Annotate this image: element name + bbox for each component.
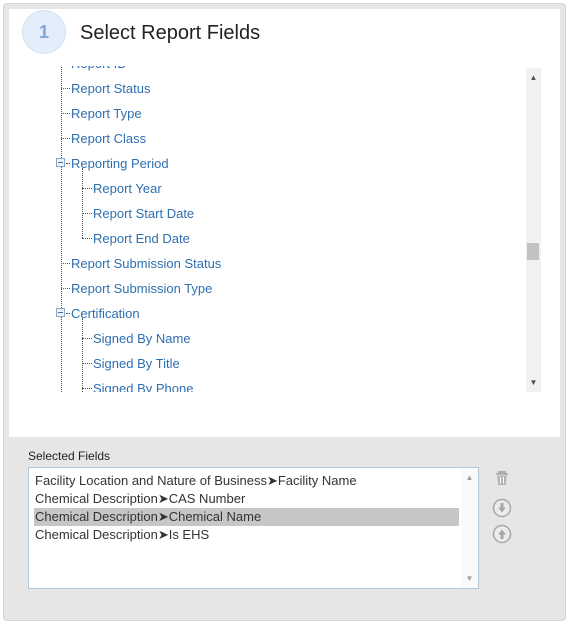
tree-node-report-id[interactable]: Report ID — [71, 66, 127, 76]
scrollbar-thumb[interactable] — [527, 243, 539, 260]
arrow-up-circle-icon — [492, 524, 512, 544]
tree-connector — [82, 388, 92, 389]
tree-node-report-class[interactable]: Report Class — [71, 126, 146, 151]
collapse-toggle-icon[interactable] — [56, 308, 65, 317]
tree-guide-line — [61, 66, 62, 392]
tree-node-signed-by-title[interactable]: Signed By Title — [93, 351, 180, 376]
scroll-down-arrow-icon[interactable]: ▼ — [526, 375, 541, 390]
tree-connector — [61, 263, 70, 264]
tree-connector — [82, 213, 92, 214]
delete-field-button[interactable] — [492, 468, 512, 488]
selected-fields-label: Selected Fields — [28, 449, 111, 463]
tree-node-report-start-date[interactable]: Report Start Date — [93, 201, 194, 226]
selected-fields-list[interactable]: Facility Location and Nature of Business… — [28, 467, 479, 589]
scroll-down-arrow-icon[interactable]: ▼ — [461, 571, 478, 586]
move-up-button[interactable] — [492, 524, 512, 544]
field-tree[interactable]: Report ID Report Status Report Type Repo… — [50, 66, 540, 392]
tree-connector — [66, 163, 70, 164]
tree-connector — [61, 88, 70, 89]
tree-node-report-submission-status[interactable]: Report Submission Status — [71, 251, 221, 276]
tree-node-report-end-date[interactable]: Report End Date — [93, 226, 190, 251]
tree-connector — [61, 288, 70, 289]
tree-node-signed-by-phone[interactable]: Signed By Phone — [93, 376, 193, 392]
scroll-up-arrow-icon[interactable]: ▲ — [461, 470, 478, 485]
list-item[interactable]: Chemical Description➤CAS Number — [34, 490, 459, 508]
tree-connector — [66, 313, 70, 314]
tree-guide-line — [82, 168, 83, 238]
tree-guide-line — [82, 318, 83, 392]
step-number-badge: 1 — [22, 10, 66, 54]
list-item[interactable]: Facility Location and Nature of Business… — [34, 472, 459, 490]
tree-node-report-submission-type[interactable]: Report Submission Type — [71, 276, 212, 301]
tree-node-report-year[interactable]: Report Year — [93, 176, 162, 201]
tree-connector — [82, 188, 92, 189]
tree-connector — [82, 363, 92, 364]
trash-icon — [496, 471, 508, 485]
tree-node-certification[interactable]: Certification — [71, 301, 140, 326]
tree-scrollbar[interactable]: ▲ ▼ — [526, 68, 541, 392]
tree-node-report-status[interactable]: Report Status — [71, 76, 151, 101]
list-scrollbar[interactable]: ▲ ▼ — [461, 468, 478, 588]
collapse-toggle-icon[interactable] — [56, 158, 65, 167]
tree-connector — [82, 338, 92, 339]
tree-node-reporting-period[interactable]: Reporting Period — [71, 151, 169, 176]
tree-connector — [61, 138, 70, 139]
list-item-selected[interactable]: Chemical Description➤Chemical Name — [34, 508, 459, 526]
tree-connector — [82, 238, 92, 239]
page-title: Select Report Fields — [80, 22, 261, 44]
tree-node-report-type[interactable]: Report Type — [71, 101, 142, 126]
move-down-button[interactable] — [492, 498, 512, 518]
arrow-down-circle-icon — [492, 498, 512, 518]
list-item[interactable]: Chemical Description➤Is EHS — [34, 526, 459, 544]
tree-node-signed-by-name[interactable]: Signed By Name — [93, 326, 191, 351]
scroll-up-arrow-icon[interactable]: ▲ — [526, 70, 541, 85]
tree-connector — [61, 113, 70, 114]
